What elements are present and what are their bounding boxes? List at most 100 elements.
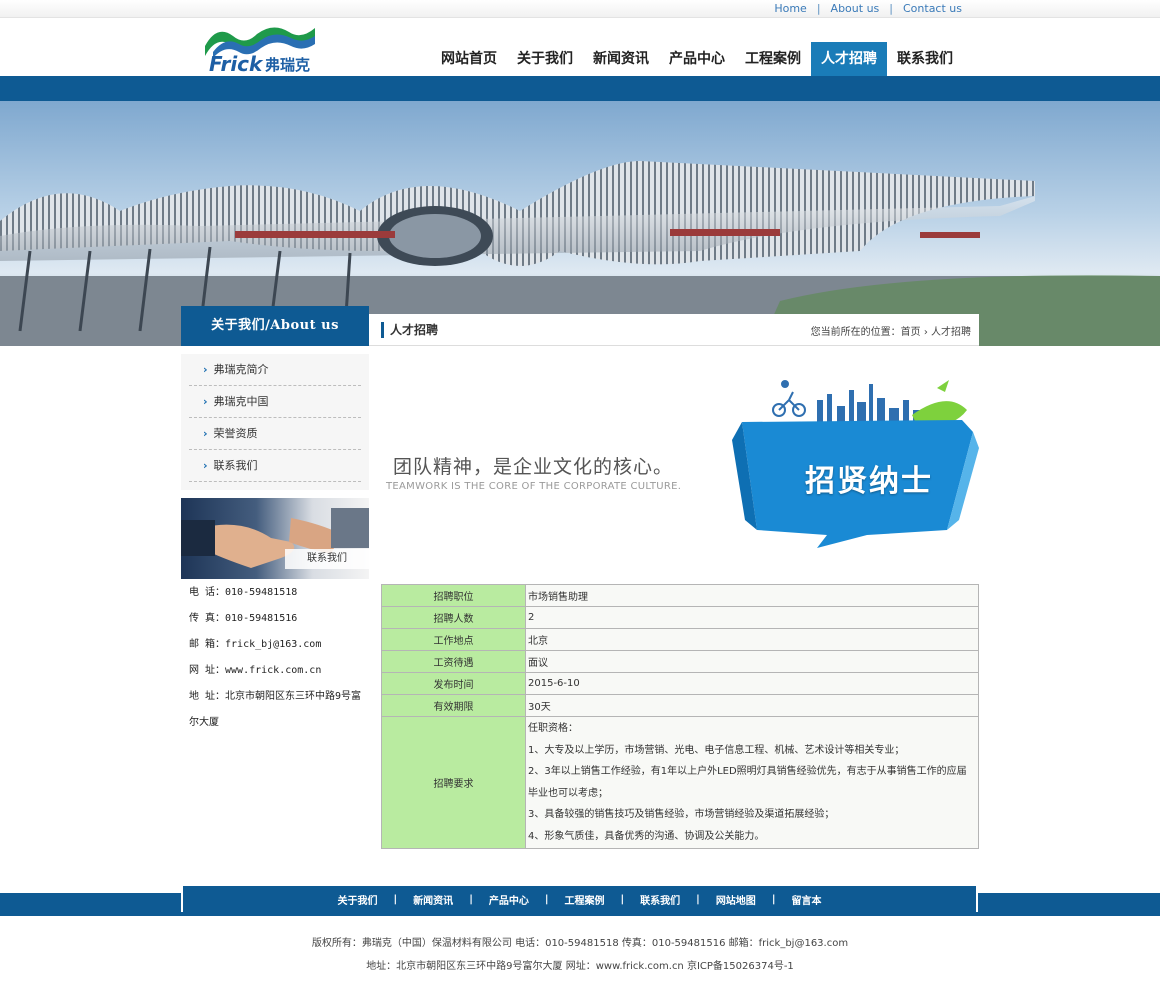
breadcrumb-bar: 人才招聘 您当前所在的位置：首页 › 人才招聘 [369, 314, 979, 346]
breadcrumb-home-link[interactable]: 首页 [901, 327, 921, 338]
separator: | [696, 893, 700, 905]
chevron-right-icon: › [203, 363, 208, 376]
sidebar-item-honors[interactable]: › 荣誉资质 [189, 418, 361, 450]
job-field-label: 招聘要求 [381, 716, 526, 849]
job-field-label: 工作地点 [381, 628, 526, 651]
chevron-right-icon: › [203, 395, 208, 408]
footer-link-about[interactable]: 关于我们 [334, 892, 382, 907]
job-field-label: 招聘职位 [381, 584, 526, 607]
job-detail-table: 招聘职位 市场销售助理 招聘人数 2 工作地点 北京 工资待遇 面议 发布时间 … [381, 584, 979, 849]
job-field-value: 市场销售助理 [525, 584, 979, 607]
requirement-line: 任职资格： [528, 723, 578, 734]
separator: | [544, 893, 549, 905]
footer-address-text: 地址：北京市朝阳区东三环中路9号富尔大厦 网址：www.frick.com.cn… [366, 961, 794, 972]
job-field-label: 有效期限 [381, 694, 526, 717]
footer-link-guestbook[interactable]: 留言本 [787, 892, 825, 907]
table-row: 招聘要求 任职资格： 1、大专及以上学历，市场营销、光电、电子信息工程、机械、艺… [381, 716, 979, 849]
top-link-contact[interactable]: Contact us [903, 2, 962, 15]
job-requirements: 任职资格： 1、大专及以上学历，市场营销、光电、电子信息工程、机械、艺术设计等相… [525, 716, 979, 849]
svg-text:弗瑞克: 弗瑞克 [265, 56, 310, 74]
separator: | [771, 893, 776, 905]
footer-link-contact[interactable]: 联系我们 [636, 892, 684, 907]
chevron-right-icon: › [923, 327, 931, 338]
requirement-line: 1、大专及以上学历，市场营销、光电、电子信息工程、机械、艺术设计等相关专业； [528, 744, 905, 756]
footer-link-news[interactable]: 新闻资讯 [409, 892, 457, 907]
sidebar-title: 关于我们/About us [181, 306, 369, 346]
nav-item-cases[interactable]: 工程案例 [735, 42, 811, 76]
contact-info: 电 话：010-59481518 传 真：010-59481516 邮 箱：fr… [189, 580, 369, 736]
top-link-home[interactable]: Home [774, 2, 806, 15]
job-field-value: 北京 [525, 628, 979, 651]
separator: | [889, 2, 893, 15]
fax-text: 传 真：010-59481516 [189, 613, 298, 624]
separator: | [469, 893, 473, 905]
footer-copyright: 版权所有：弗瑞克（中国）保温材料有限公司 电话：010-59481518 传真：… [0, 932, 1160, 978]
sidebar-menu: › 弗瑞克简介 › 弗瑞克中国 › 荣誉资质 › 联系我们 [181, 354, 369, 490]
nav-item-home[interactable]: 网站首页 [431, 42, 507, 76]
nav-item-news[interactable]: 新闻资讯 [583, 42, 659, 76]
separator: | [393, 893, 398, 905]
header-divider-bar [0, 76, 1160, 101]
sidebar-item-label: 联系我们 [213, 459, 258, 472]
breadcrumb-prefix: 您当前所在的位置： [810, 327, 901, 338]
station-building-illustration [0, 161, 1160, 346]
footer-link-cases[interactable]: 工程案例 [561, 892, 609, 907]
nav-item-careers[interactable]: 人才招聘 [811, 42, 887, 76]
job-field-value: 2 [525, 606, 979, 629]
hero-banner-image [0, 101, 1160, 346]
breadcrumb: 您当前所在的位置：首页 › 人才招聘 [811, 323, 971, 338]
email-text: 邮 箱：frick_bj@163.com [189, 639, 322, 650]
city-skyline-icon [817, 384, 925, 422]
requirement-line: 3、具备较强的销售技巧及销售经验，市场营销经验及渠道拓展经验； [528, 809, 835, 820]
top-link-about[interactable]: About us [831, 2, 880, 15]
banner-slogan-en: TEAMWORK IS THE CORE OF THE CORPORATE CU… [386, 481, 682, 492]
nav-item-contact[interactable]: 联系我们 [887, 42, 963, 76]
job-field-value: 面议 [525, 650, 979, 673]
sidebar-item-label: 弗瑞克中国 [213, 395, 269, 408]
logo-waves-icon: Frick 弗瑞克 [205, 27, 315, 76]
chevron-right-icon: › [203, 427, 208, 440]
phone-text: 电 话：010-59481518 [189, 587, 298, 598]
contact-us-label: 联系我们 [285, 549, 369, 569]
top-links: Home | About us | Contact us [774, 2, 962, 15]
table-row: 发布时间 2015-6-10 [381, 672, 979, 695]
table-row: 工作地点 北京 [381, 628, 979, 651]
table-row: 招聘人数 2 [381, 606, 979, 629]
sidebar-item-profile[interactable]: › 弗瑞克简介 [189, 354, 361, 386]
sidebar-item-contact[interactable]: › 联系我们 [189, 450, 361, 482]
sidebar-item-label: 荣誉资质 [213, 427, 258, 440]
top-bar: Home | About us | Contact us [0, 0, 1160, 18]
footer-nav: 关于我们 | 新闻资讯 | 产品中心 | 工程案例 | 联系我们 | 网站地图 | 留言本 [181, 886, 978, 912]
website-text: 网 址：www.frick.com.cn [189, 665, 322, 676]
chevron-right-icon: › [203, 459, 208, 472]
job-field-value: 2015-6-10 [525, 672, 979, 695]
table-row: 有效期限 30天 [381, 694, 979, 717]
nav-item-products[interactable]: 产品中心 [659, 42, 735, 76]
table-row: 招聘职位 市场销售助理 [381, 584, 979, 607]
recruit-banner: 团队精神，是企业文化的核心。 TEAMWORK IS THE CORE OF T… [381, 370, 979, 560]
contact-us-image[interactable]: 联系我们 [181, 498, 369, 579]
sidebar-item-label: 弗瑞克简介 [213, 363, 269, 376]
job-field-value: 30天 [525, 694, 979, 717]
svg-text:Frick: Frick [209, 52, 264, 74]
job-field-label: 发布时间 [381, 672, 526, 695]
breadcrumb-current: 人才招聘 [931, 327, 971, 338]
requirement-line: 4、形象气质佳，具备优秀的沟通、协调及公关能力。 [528, 830, 765, 842]
copyright-text: 版权所有：弗瑞克（中国）保温材料有限公司 电话：010-59481518 传真：… [311, 938, 849, 949]
sidebar-item-china[interactable]: › 弗瑞克中国 [189, 386, 361, 418]
bicycle-icon [772, 391, 806, 417]
site-logo[interactable]: Frick 弗瑞克 [203, 22, 318, 76]
requirement-line: 2、3年以上销售工作经验，有1年以上户外LED照明灯具销售经验优先，有志于从事销… [528, 766, 967, 799]
recruit-badge-title: 招贤纳士 [805, 464, 933, 499]
banner-slogan: 团队精神，是企业文化的核心。 [393, 456, 674, 478]
job-field-label: 招聘人数 [381, 606, 526, 629]
separator: | [816, 2, 821, 15]
job-field-label: 工资待遇 [381, 650, 526, 673]
footer-link-sitemap[interactable]: 网站地图 [712, 892, 760, 907]
nav-item-about[interactable]: 关于我们 [507, 42, 583, 76]
table-row: 工资待遇 面议 [381, 650, 979, 673]
page-title: 人才招聘 [381, 322, 438, 338]
footer-link-products[interactable]: 产品中心 [485, 892, 533, 907]
address-text: 地 址：北京市朝阳区东三环中路9号富尔大厦 [189, 691, 362, 728]
main-nav: 网站首页 关于我们 新闻资讯 产品中心 工程案例 人才招聘 联系我们 [431, 42, 963, 76]
